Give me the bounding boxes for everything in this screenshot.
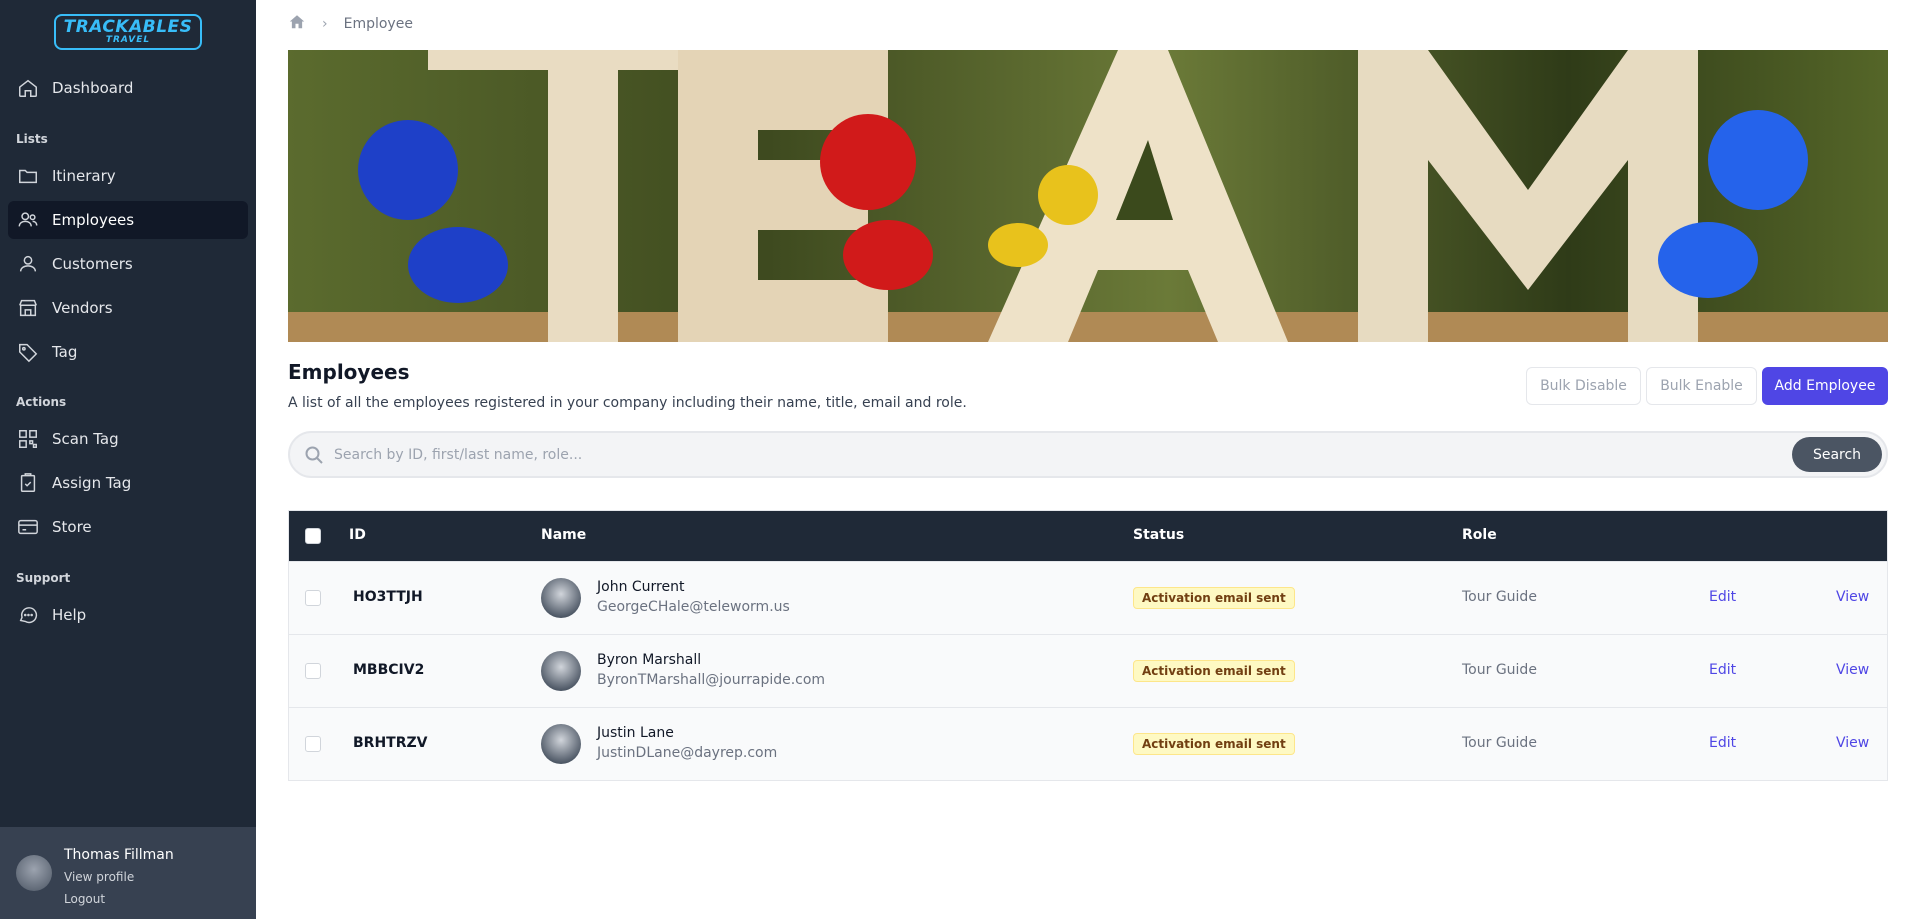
employee-id: BRHTRZV bbox=[353, 735, 428, 751]
employee-id: MBBCIV2 bbox=[353, 662, 425, 678]
tag-icon bbox=[16, 340, 40, 364]
employee-email: JustinDLane@dayrep.com bbox=[597, 745, 778, 761]
credit-card-icon bbox=[16, 515, 40, 539]
sidebar-item-label: Scan Tag bbox=[52, 430, 119, 448]
sidebar-item-label: Itinerary bbox=[52, 167, 116, 185]
table-row: MBBCIV2 Byron Marshall ByronTMarshall@jo… bbox=[289, 634, 1887, 707]
search-button[interactable]: Search bbox=[1792, 437, 1882, 472]
qr-code-icon bbox=[16, 427, 40, 451]
sidebar-item-tag[interactable]: Tag bbox=[8, 333, 248, 371]
avatar[interactable] bbox=[16, 855, 52, 891]
add-employee-button[interactable]: Add Employee bbox=[1762, 367, 1888, 405]
sidebar-item-vendors[interactable]: Vendors bbox=[8, 289, 248, 327]
page-title: Employees bbox=[288, 360, 410, 384]
user-icon bbox=[16, 252, 40, 276]
sidebar-item-itinerary[interactable]: Itinerary bbox=[8, 157, 248, 195]
select-all-checkbox[interactable] bbox=[305, 528, 321, 544]
edit-link[interactable]: Edit bbox=[1709, 589, 1736, 605]
store-icon bbox=[16, 296, 40, 320]
sidebar-item-help[interactable]: Help bbox=[8, 596, 248, 634]
status-badge: Activation email sent bbox=[1133, 660, 1295, 682]
profile-name: Thomas Fillman bbox=[64, 847, 174, 863]
status-badge: Activation email sent bbox=[1133, 733, 1295, 755]
row-checkbox[interactable] bbox=[305, 590, 321, 606]
bulk-disable-button[interactable]: Bulk Disable bbox=[1526, 367, 1641, 405]
avatar bbox=[541, 724, 581, 764]
trackables-logo[interactable]: TRACKABLES TRAVEL bbox=[54, 14, 202, 50]
search-icon bbox=[304, 445, 324, 465]
section-label-support: Support bbox=[16, 571, 71, 585]
logout-link[interactable]: Logout bbox=[64, 892, 105, 906]
breadcrumb-current[interactable]: Employee bbox=[344, 16, 413, 32]
sidebar-item-label: Customers bbox=[52, 255, 133, 273]
status-badge: Activation email sent bbox=[1133, 587, 1295, 609]
page-subtitle: A list of all the employees registered i… bbox=[288, 395, 967, 411]
employee-name: John Current bbox=[597, 579, 685, 595]
view-link[interactable]: View bbox=[1836, 735, 1869, 751]
employee-id: HO3TTJH bbox=[353, 589, 423, 605]
table-row: HO3TTJH John Current GeorgeCHale@telewor… bbox=[289, 561, 1887, 634]
section-label-actions: Actions bbox=[16, 395, 67, 409]
column-header-status: Status bbox=[1133, 527, 1185, 543]
users-icon bbox=[16, 208, 40, 232]
edit-link[interactable]: Edit bbox=[1709, 735, 1736, 751]
avatar bbox=[541, 578, 581, 618]
avatar bbox=[541, 651, 581, 691]
breadcrumb: › Employee bbox=[288, 12, 413, 36]
logo-text: TRACKABLES bbox=[63, 17, 193, 37]
section-label-lists: Lists bbox=[16, 132, 48, 146]
employee-name: Justin Lane bbox=[597, 725, 674, 741]
sidebar-item-label: Store bbox=[52, 518, 92, 536]
sidebar-item-store[interactable]: Store bbox=[8, 508, 248, 546]
employee-role: Tour Guide bbox=[1462, 589, 1537, 605]
column-header-name: Name bbox=[541, 527, 587, 543]
sidebar-item-label: Tag bbox=[52, 343, 78, 361]
sidebar-item-assign-tag[interactable]: Assign Tag bbox=[8, 464, 248, 502]
logo-subtext: TRAVEL bbox=[105, 35, 151, 45]
table-header: ID Name Status Role bbox=[289, 511, 1887, 561]
clipboard-icon bbox=[16, 471, 40, 495]
bulk-enable-button[interactable]: Bulk Enable bbox=[1646, 367, 1757, 405]
chat-bubble-icon bbox=[16, 603, 40, 627]
sidebar-item-scan-tag[interactable]: Scan Tag bbox=[8, 420, 248, 458]
search-input[interactable] bbox=[334, 442, 1634, 468]
sidebar-item-customers[interactable]: Customers bbox=[8, 245, 248, 283]
sidebar-item-label: Assign Tag bbox=[52, 474, 132, 492]
search-bar: Search bbox=[288, 431, 1888, 478]
team-banner-image bbox=[288, 50, 1888, 342]
folder-icon bbox=[16, 164, 40, 188]
row-checkbox[interactable] bbox=[305, 736, 321, 752]
sidebar-item-employees[interactable]: Employees bbox=[8, 201, 248, 239]
column-header-role: Role bbox=[1462, 527, 1497, 543]
employee-email: ByronTMarshall@jourrapide.com bbox=[597, 672, 826, 688]
sidebar: TRACKABLES TRAVEL Dashboard Lists Itiner… bbox=[0, 0, 256, 919]
user-profile: Thomas Fillman View profile Logout bbox=[0, 827, 256, 919]
home-icon[interactable] bbox=[288, 13, 306, 35]
employee-email: GeorgeCHale@teleworm.us bbox=[597, 599, 790, 615]
sidebar-item-label: Dashboard bbox=[52, 79, 134, 97]
employee-name: Byron Marshall bbox=[597, 652, 702, 668]
view-link[interactable]: View bbox=[1836, 662, 1869, 678]
employee-role: Tour Guide bbox=[1462, 662, 1537, 678]
row-checkbox[interactable] bbox=[305, 663, 321, 679]
table-row: BRHTRZV Justin Lane JustinDLane@dayrep.c… bbox=[289, 707, 1887, 780]
employees-table: ID Name Status Role HO3TTJH John Current… bbox=[288, 510, 1888, 781]
column-header-id: ID bbox=[349, 527, 366, 543]
view-profile-link[interactable]: View profile bbox=[64, 870, 134, 884]
view-link[interactable]: View bbox=[1836, 589, 1869, 605]
chevron-right-icon: › bbox=[322, 16, 328, 32]
employee-role: Tour Guide bbox=[1462, 735, 1537, 751]
home-icon bbox=[16, 76, 40, 100]
sidebar-item-label: Vendors bbox=[52, 299, 113, 317]
sidebar-item-label: Employees bbox=[52, 211, 135, 229]
sidebar-item-dashboard[interactable]: Dashboard bbox=[8, 69, 248, 107]
edit-link[interactable]: Edit bbox=[1709, 662, 1736, 678]
sidebar-item-label: Help bbox=[52, 606, 87, 624]
